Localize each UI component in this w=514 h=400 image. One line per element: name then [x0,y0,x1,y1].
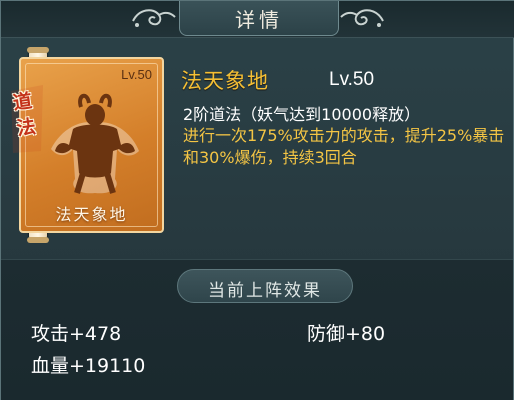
card-level: Lv.50 [121,67,152,82]
demon-silhouette-icon [51,93,139,194]
skill-detail-panel: 详情 Lv.50 法天象地 道法 法天象地 Lv.50 2阶道法（妖气达到100… [0,0,514,400]
stat-defense: 防御+80 [307,323,386,345]
scroll-ornament-icon [340,9,384,27]
title-plate: 详情 [179,1,339,36]
scroll-cap-bottom [27,237,49,243]
skill-level: Lv.50 [329,69,375,90]
page-title: 详情 [235,8,283,32]
skill-type: 2阶道法（妖气达到10000释放） [183,105,421,124]
card-name: 法天象地 [55,205,128,224]
scroll-ornament-icon [132,9,176,27]
skill-name: 法天象地 [181,69,269,93]
effects-title: 当前上阵效果 [208,281,322,301]
stat-attack: 攻击+478 [31,323,122,345]
stat-hp: 血量+19110 [31,355,146,377]
effects-title-pill: 当前上阵效果 [177,269,353,303]
scroll-cap-top [27,47,49,53]
skill-description: 进行一次175%攻击力的攻击，提升25%暴击和30%爆伤，持续3回合 [183,126,505,167]
header-bar: 详情 [1,1,514,38]
